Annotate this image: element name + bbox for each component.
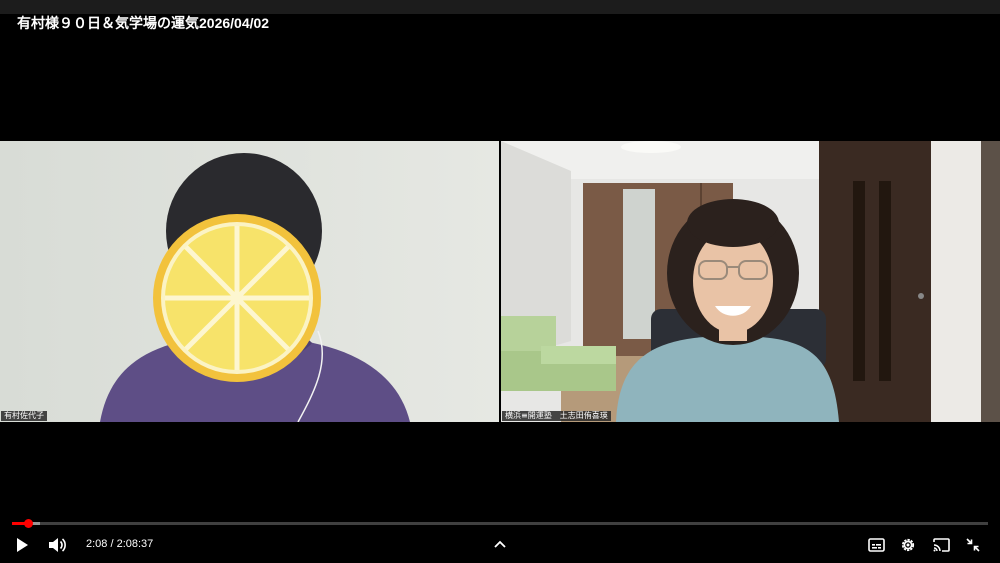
current-time: 2:08 [86,538,108,550]
participant-name-tag: 有村佐代子 [1,411,47,421]
volume-button[interactable] [46,535,68,555]
chevron-up-icon [494,540,506,548]
top-bar [0,0,1000,14]
participant-video-left [0,141,499,422]
settings-button[interactable] [898,535,918,555]
exit-fullscreen-button[interactable] [963,535,983,555]
time-display: 2:08 / 2:08:37 [86,536,153,552]
cast-button[interactable] [931,535,951,555]
play-icon [15,537,29,553]
lemon-sticker [153,214,321,382]
participant-tile-right: 横浜≡開運塾 土志田侑喜瑛 [501,141,1000,422]
progress-bar[interactable] [12,519,988,528]
participant-tile-left: 有村佐代子 [0,141,499,422]
exit-fullscreen-icon [965,537,981,553]
scrubber-handle[interactable] [24,519,34,528]
expand-chapters-button[interactable] [491,536,509,552]
video-title: 有村様９０日＆気学場の運気2026/04/02 [17,15,270,31]
gear-icon [900,537,916,553]
participant-video-right [501,141,1000,422]
cast-icon [932,538,950,552]
volume-icon [48,537,66,553]
play-button[interactable] [12,535,32,555]
duration: 2:08:37 [116,538,154,550]
time-separator: / [107,538,117,550]
subtitles-icon [867,538,885,552]
participant-name-tag: 横浜≡開運塾 土志田侑喜瑛 [502,411,611,421]
subtitles-button[interactable] [866,535,886,555]
